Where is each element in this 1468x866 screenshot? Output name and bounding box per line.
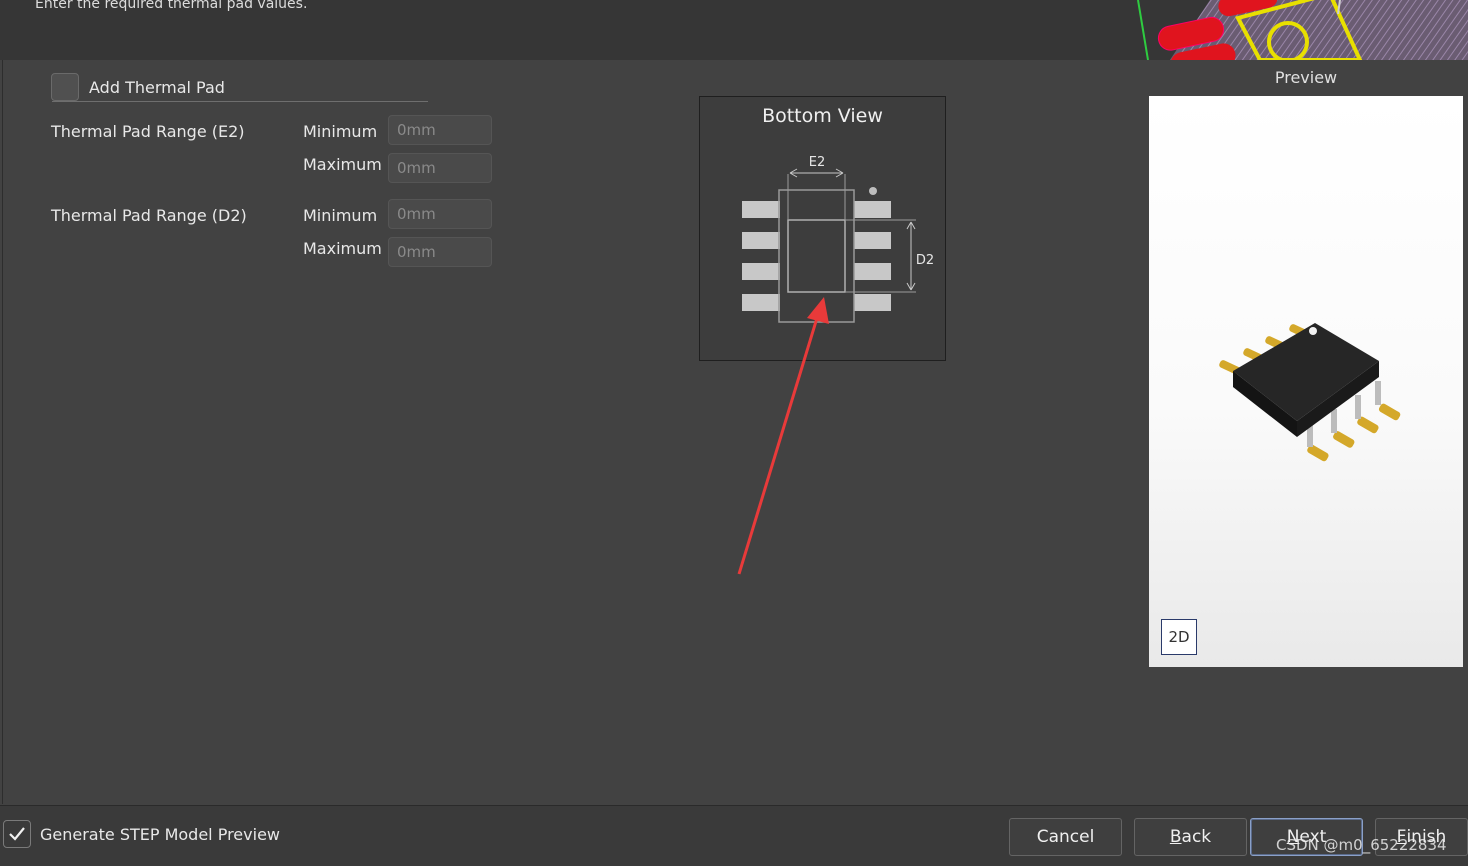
cancel-button[interactable]: Cancel [1009, 818, 1122, 856]
pcb-header-graphic [1137, 0, 1468, 60]
ic-3d-model [1219, 323, 1401, 462]
e2-min-label: Minimum [303, 122, 378, 141]
add-thermal-pad-checkbox[interactable] [51, 73, 79, 101]
watermark-text: CSDN @m0_65222834 [1276, 836, 1447, 854]
back-label: ack [1181, 827, 1212, 847]
e2-max-label: Maximum [303, 155, 382, 174]
e2-max-input[interactable] [388, 153, 492, 183]
d2-range-label: Thermal Pad Range (D2) [51, 206, 247, 225]
d2-min-input[interactable] [388, 199, 492, 229]
e2-min-input[interactable] [388, 115, 492, 145]
d2-max-label: Maximum [303, 239, 382, 258]
back-button[interactable]: Back [1134, 818, 1247, 856]
back-mnemonic: B [1169, 827, 1182, 847]
d2-min-label: Minimum [303, 206, 378, 225]
preview-title: Preview [1274, 68, 1338, 87]
wizard-header: Enter the required thermal pad values. [0, 0, 1468, 60]
annotation-arrow [737, 297, 829, 575]
checkmark-icon [9, 827, 25, 841]
add-thermal-pad-label: Add Thermal Pad [89, 78, 225, 97]
group-separator [52, 101, 428, 102]
view-2d-button[interactable]: 2D [1161, 619, 1197, 655]
wizard-footer: Generate STEP Model Preview Cancel Back … [0, 805, 1468, 866]
e2-range-label: Thermal Pad Range (E2) [51, 122, 245, 141]
e2-dimension-label: E2 [809, 155, 826, 170]
generate-step-label: Generate STEP Model Preview [40, 825, 280, 844]
d2-max-input[interactable] [388, 237, 492, 267]
d2-dimension-label: D2 [916, 253, 934, 268]
preview-viewport[interactable]: 2D [1149, 96, 1463, 667]
generate-step-checkbox[interactable] [3, 820, 31, 848]
header-instruction: Enter the required thermal pad values. [35, 0, 308, 12]
